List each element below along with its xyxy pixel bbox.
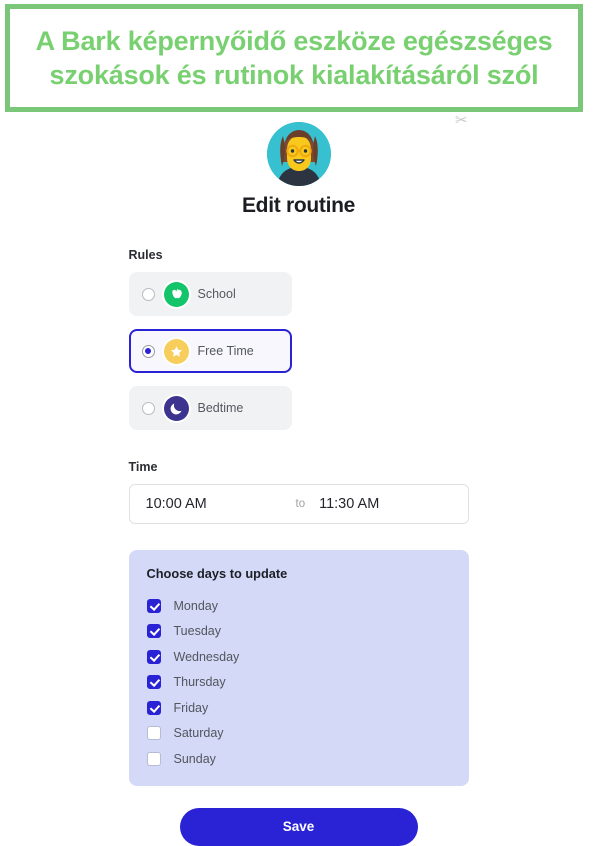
day-label-friday: Friday (173, 700, 209, 715)
routine-editor: Edit routine Rules School Free Time Bedt… (0, 120, 597, 846)
checkbox-tuesday[interactable] (146, 624, 161, 639)
time-section: Time 10:00 AM to 11:30 AM (128, 460, 469, 524)
rule-option-bedtime-label: Bedtime (197, 401, 244, 415)
checkbox-wednesday[interactable] (146, 649, 161, 664)
avatar (266, 122, 331, 186)
rules-label: Rules (128, 248, 163, 262)
time-range-field[interactable]: 10:00 AM to 11:30 AM (128, 484, 469, 524)
apple-icon (163, 281, 189, 307)
checkbox-monday[interactable] (146, 598, 161, 613)
day-row-friday[interactable]: Friday (146, 695, 469, 721)
rule-option-bedtime[interactable]: Bedtime (128, 386, 292, 430)
checkbox-friday[interactable] (146, 700, 161, 715)
avatar-illustration (266, 122, 331, 186)
time-separator: to (295, 498, 306, 510)
rule-option-free-time[interactable]: Free Time (128, 329, 292, 373)
day-label-saturday: Saturday (173, 726, 224, 741)
checkbox-saturday[interactable] (146, 726, 161, 741)
rule-option-school[interactable]: School (128, 272, 292, 316)
checkbox-sunday[interactable] (146, 751, 161, 766)
rule-option-school-label: School (197, 287, 236, 301)
save-wrap: Save (0, 807, 597, 846)
radio-bedtime[interactable] (141, 401, 155, 415)
day-label-wednesday: Wednesday (173, 649, 240, 664)
day-label-tuesday: Tuesday (173, 624, 221, 639)
moon-icon (163, 395, 189, 421)
time-end-value[interactable]: 11:30 AM (319, 496, 379, 512)
promo-banner-text: A Bark képernyőidő eszköze egészséges sz… (35, 25, 553, 90)
time-label: Time (128, 460, 158, 474)
day-label-sunday: Sunday (173, 751, 216, 766)
rule-option-free-time-label: Free Time (197, 344, 254, 358)
day-row-monday[interactable]: Monday (146, 593, 469, 619)
days-section: Choose days to update Monday Tuesday Wed… (128, 550, 469, 786)
day-row-wednesday[interactable]: Wednesday (146, 644, 469, 670)
days-panel: Choose days to update Monday Tuesday Wed… (128, 550, 469, 786)
page-title: Edit routine (241, 194, 356, 217)
day-row-thursday[interactable]: Thursday (146, 670, 469, 696)
day-row-saturday[interactable]: Saturday (146, 721, 469, 747)
time-start-value[interactable]: 10:00 AM (146, 496, 296, 512)
rules-section: Rules School Free Time Bedtime (128, 248, 469, 430)
radio-school[interactable] (141, 287, 155, 301)
days-panel-title: Choose days to update (146, 566, 288, 581)
checkbox-thursday[interactable] (146, 675, 161, 690)
promo-banner: A Bark képernyőidő eszköze egészséges sz… (5, 4, 583, 112)
day-row-tuesday[interactable]: Tuesday (146, 619, 469, 645)
day-label-thursday: Thursday (173, 675, 226, 690)
star-icon (163, 338, 189, 364)
rules-options: School Free Time Bedtime (128, 272, 469, 430)
radio-free-time[interactable] (141, 344, 155, 358)
avatar-wrap (0, 122, 597, 186)
save-button[interactable]: Save (179, 807, 418, 846)
day-label-monday: Monday (173, 598, 218, 613)
